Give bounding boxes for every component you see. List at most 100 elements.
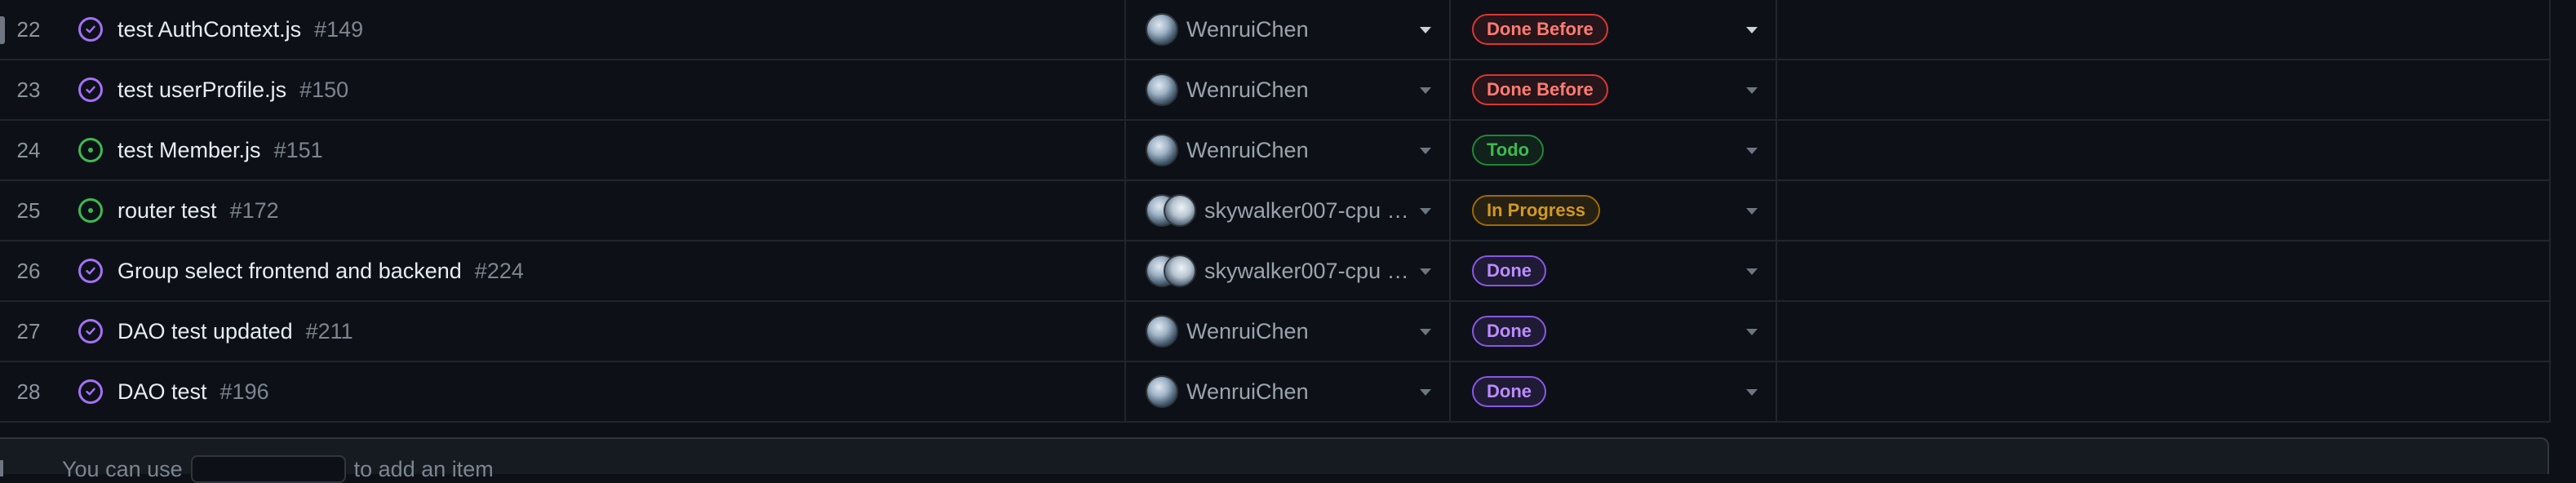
issue-closed-icon bbox=[78, 379, 103, 404]
assignee-name: WenruiChen bbox=[1186, 137, 1309, 162]
status-badge: Done bbox=[1472, 376, 1546, 407]
issue-title-link[interactable]: test AuthContext.js bbox=[117, 17, 301, 42]
empty-field-cell[interactable] bbox=[1777, 362, 2549, 421]
assignees-cell[interactable]: skywalker007-cpu a... bbox=[1124, 242, 1451, 300]
status-badge: Todo bbox=[1472, 135, 1545, 166]
issue-title-cell[interactable]: test AuthContext.js #149 bbox=[78, 0, 1123, 59]
issue-title-link[interactable]: router test bbox=[117, 198, 217, 224]
issue-open-icon bbox=[78, 138, 103, 162]
avatar bbox=[1146, 73, 1178, 106]
chevron-down-icon[interactable] bbox=[1420, 148, 1431, 154]
add-item-hint-prefix: You can use bbox=[62, 456, 183, 481]
chevron-down-icon[interactable] bbox=[1746, 389, 1758, 396]
status-cell[interactable]: Done Before bbox=[1451, 60, 1777, 119]
status-badge: Done bbox=[1472, 255, 1546, 286]
chevron-down-icon[interactable] bbox=[1420, 27, 1431, 33]
assignee-name: WenruiChen bbox=[1186, 16, 1309, 42]
issue-title-cell[interactable]: test Member.js #151 bbox=[78, 121, 1123, 179]
chevron-down-icon[interactable] bbox=[1746, 27, 1758, 33]
issue-title-link[interactable]: test Member.js bbox=[117, 138, 261, 163]
row-number: 24 bbox=[16, 137, 41, 162]
issue-title-link[interactable]: Group select frontend and backend bbox=[117, 259, 462, 284]
status-cell[interactable]: In Progress bbox=[1451, 181, 1777, 240]
empty-field-cell[interactable] bbox=[1777, 302, 2549, 361]
issue-title-link[interactable]: DAO test updated bbox=[117, 319, 293, 344]
project-table: 22 test AuthContext.js #149 WenruiChen D… bbox=[0, 0, 2576, 423]
status-badge: Done Before bbox=[1472, 14, 1608, 45]
issue-number: #224 bbox=[474, 258, 524, 283]
status-badge: In Progress bbox=[1472, 195, 1601, 226]
empty-field-cell[interactable] bbox=[1777, 242, 2549, 300]
issue-title-cell[interactable]: Group select frontend and backend #224 bbox=[78, 242, 1123, 300]
table-row[interactable]: 23 test userProfile.js #150 WenruiChen D… bbox=[0, 60, 2549, 121]
footer-edge-mark bbox=[0, 460, 3, 476]
table-row[interactable]: 25 router test #172 skywalker007-cpu a..… bbox=[0, 181, 2549, 242]
assignees-cell[interactable]: WenruiChen bbox=[1124, 362, 1451, 421]
chevron-down-icon[interactable] bbox=[1420, 87, 1431, 94]
chevron-down-icon[interactable] bbox=[1420, 389, 1431, 396]
issue-closed-icon bbox=[78, 17, 103, 42]
empty-field-cell[interactable] bbox=[1777, 181, 2549, 240]
add-item-hint-suffix: to add an item bbox=[353, 456, 494, 481]
row-number: 27 bbox=[16, 318, 41, 343]
issue-closed-icon bbox=[78, 259, 103, 283]
assignees-cell[interactable]: skywalker007-cpu a... bbox=[1124, 181, 1451, 240]
assignee-name: skywalker007-cpu a... bbox=[1204, 197, 1417, 223]
table-row[interactable]: 27 DAO test updated #211 WenruiChen Done bbox=[0, 302, 2549, 362]
chevron-down-icon[interactable] bbox=[1746, 208, 1758, 215]
issue-number: #151 bbox=[273, 137, 323, 162]
status-cell[interactable]: Done Before bbox=[1451, 0, 1777, 59]
empty-field-cell[interactable] bbox=[1777, 60, 2549, 119]
chevron-down-icon[interactable] bbox=[1420, 268, 1431, 275]
issue-closed-icon bbox=[78, 319, 103, 343]
table-right-edge bbox=[2549, 0, 2576, 423]
assignee-name: skywalker007-cpu a... bbox=[1204, 258, 1417, 283]
status-badge: Done bbox=[1472, 316, 1546, 347]
avatar bbox=[1146, 13, 1178, 46]
assignees-cell[interactable]: WenruiChen bbox=[1124, 0, 1451, 59]
chevron-down-icon[interactable] bbox=[1420, 208, 1431, 215]
chevron-down-icon[interactable] bbox=[1746, 148, 1758, 154]
issue-title-link[interactable]: DAO test bbox=[117, 379, 207, 405]
empty-field-cell[interactable] bbox=[1777, 0, 2549, 59]
row-number: 22 bbox=[16, 16, 41, 42]
issue-number: #196 bbox=[219, 379, 269, 404]
status-cell[interactable]: Done bbox=[1451, 362, 1777, 421]
avatar bbox=[1146, 134, 1178, 166]
avatar bbox=[1164, 194, 1196, 227]
issue-closed-icon bbox=[78, 78, 103, 102]
add-item-hint: You can use to add an item bbox=[62, 455, 494, 483]
row-number: 23 bbox=[16, 77, 41, 102]
issue-title-link[interactable]: test userProfile.js bbox=[117, 78, 286, 103]
issue-title-cell[interactable]: test userProfile.js #150 bbox=[78, 60, 1123, 119]
assignees-cell[interactable]: WenruiChen bbox=[1124, 60, 1451, 119]
status-cell[interactable]: Done bbox=[1451, 302, 1777, 361]
table-row[interactable]: 22 test AuthContext.js #149 WenruiChen D… bbox=[0, 0, 2549, 60]
issue-number: #149 bbox=[314, 16, 364, 42]
issue-title-cell[interactable]: DAO test updated #211 bbox=[78, 302, 1123, 361]
issue-title-cell[interactable]: router test #172 bbox=[78, 181, 1123, 240]
chevron-down-icon[interactable] bbox=[1746, 87, 1758, 94]
chevron-down-icon[interactable] bbox=[1420, 329, 1431, 335]
issue-number: #211 bbox=[305, 318, 353, 343]
issue-open-icon bbox=[78, 198, 103, 223]
avatar bbox=[1146, 375, 1178, 408]
status-cell[interactable]: Done bbox=[1451, 242, 1777, 300]
issue-number: #150 bbox=[299, 77, 349, 102]
table-row[interactable]: 24 test Member.js #151 WenruiChen Todo bbox=[0, 121, 2549, 181]
table-row[interactable]: 26 Group select frontend and backend #22… bbox=[0, 242, 2549, 302]
issue-title-cell[interactable]: DAO test #196 bbox=[78, 362, 1123, 421]
chevron-down-icon[interactable] bbox=[1746, 329, 1758, 335]
assignee-name: WenruiChen bbox=[1186, 77, 1309, 102]
chevron-down-icon[interactable] bbox=[1746, 268, 1758, 275]
row-number: 25 bbox=[16, 197, 41, 223]
assignees-cell[interactable]: WenruiChen bbox=[1124, 302, 1451, 361]
assignee-name: WenruiChen bbox=[1186, 318, 1309, 343]
empty-field-cell[interactable] bbox=[1777, 121, 2549, 179]
assignees-cell[interactable]: WenruiChen bbox=[1124, 121, 1451, 179]
add-item-footer[interactable]: You can use to add an item bbox=[0, 437, 2549, 483]
avatar bbox=[1164, 255, 1196, 287]
avatar bbox=[1146, 315, 1178, 348]
table-row[interactable]: 28 DAO test #196 WenruiChen Done bbox=[0, 362, 2549, 423]
status-cell[interactable]: Todo bbox=[1451, 121, 1777, 179]
